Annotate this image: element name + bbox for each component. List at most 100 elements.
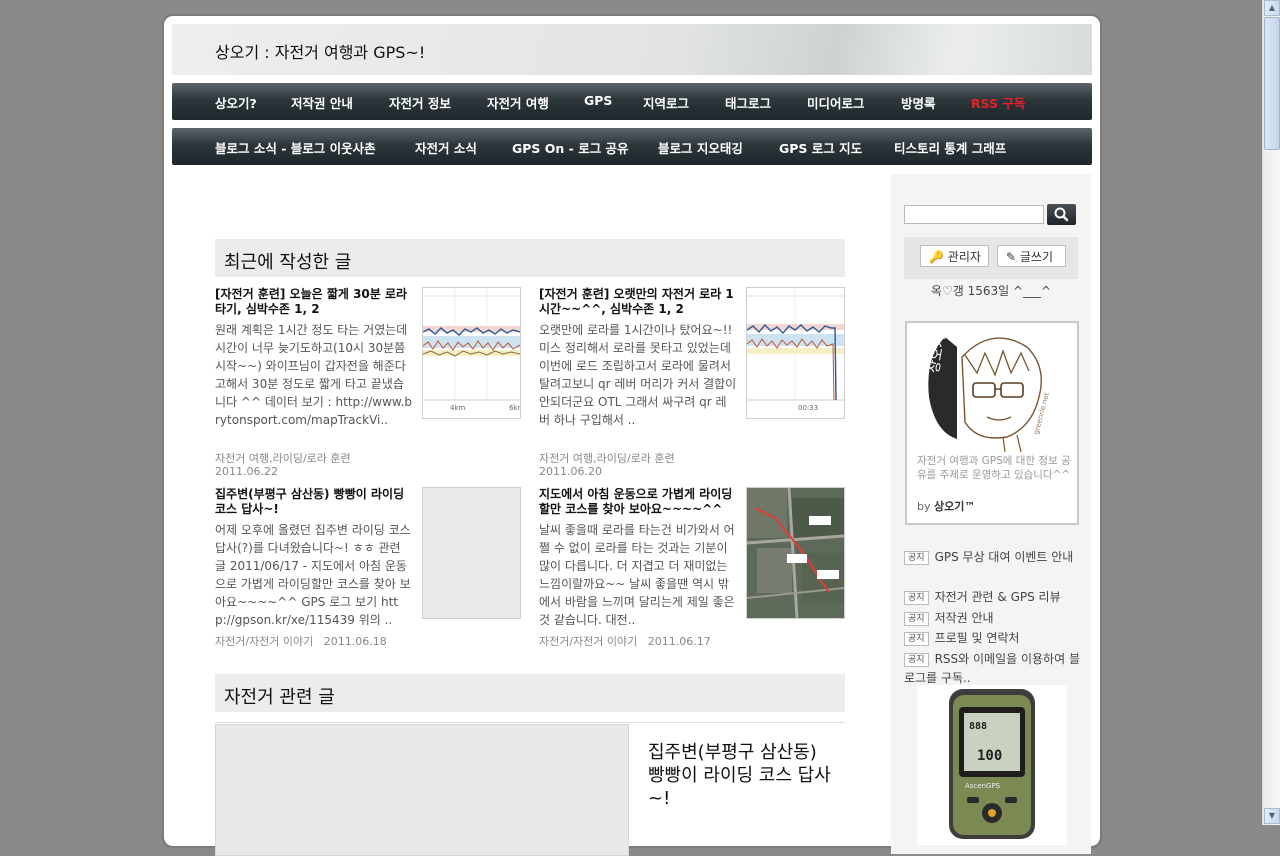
- blog-title[interactable]: 상오기 : 자전거 여행과 GPS~!: [215, 39, 425, 63]
- svg-text:888: 888: [969, 721, 987, 732]
- scrollbar-thumb[interactable]: [1264, 17, 1280, 150]
- profile-author: by 상오기™: [917, 498, 975, 514]
- nav-item-blog-news[interactable]: 블로그 소식 - 블로그 이웃사촌: [215, 138, 376, 157]
- profile-name[interactable]: 상오기™: [934, 500, 975, 513]
- profile-avatar[interactable]: 상오기 greenrie.net: [917, 327, 1057, 452]
- nav-item-guestbook[interactable]: 방명록: [901, 93, 936, 112]
- nav-item-bike-travel[interactable]: 자전거 여행: [487, 93, 549, 112]
- blog-page: 상오기 : 자전거 여행과 GPS~! 상오기? 저작권 안내 자전거 정보 자…: [163, 15, 1101, 856]
- related-post-title[interactable]: 집주변(부평구 삼산동) 빵빵이 라이딩 코스 답사~!: [648, 741, 838, 810]
- profile-box: 상오기 greenrie.net 자전거 여행과 GPS에 대한 정보 공유를 …: [905, 321, 1079, 525]
- heart-rate-graph: 4km 6kr: [423, 288, 520, 418]
- admin-actions: 🔑 관리자 ✎ 글쓰기: [904, 237, 1078, 279]
- post-category[interactable]: 자전거 여행,라이딩/로라 훈련: [215, 452, 413, 466]
- admin-button[interactable]: 🔑 관리자: [920, 245, 989, 267]
- gps-device-brand: AscenGPS: [965, 782, 1001, 790]
- notice-badge: 공지: [904, 551, 929, 565]
- nav-item-bike-info[interactable]: 자전거 정보: [389, 93, 451, 112]
- notice-item[interactable]: 공지 자전거 관련 & GPS 리뷰: [904, 588, 1080, 607]
- recent-post-item: 집주변(부평구 삼산동) 빵빵이 라이딩 코스 답사~! 어제 오후에 올렸던 …: [215, 487, 521, 657]
- notice-badge: 공지: [904, 632, 929, 646]
- scroll-down-arrow-icon[interactable]: ▼: [1264, 808, 1280, 824]
- post-title[interactable]: 지도에서 아침 운동으로 가볍게 라이딩할만 코스를 찾아 보아요~~~~^^: [539, 487, 737, 517]
- gps-device-banner[interactable]: 888 100 AscenGPS: [917, 685, 1067, 845]
- nav-item-copyright[interactable]: 저작권 안내: [291, 93, 353, 112]
- recent-post-item: [자전거 훈련] 오랫만의 자전거 로라 1시간~~^^, 심박수존 1, 2 …: [539, 287, 845, 478]
- satellite-map-image: [747, 488, 844, 618]
- gps-device-image: 888 100 AscenGPS: [917, 685, 1067, 845]
- notice-text[interactable]: GPS 무상 대여 이벤트 안내: [935, 550, 1074, 564]
- related-posts-heading-box: 자전거 관련 글: [215, 674, 845, 712]
- notice-item[interactable]: 공지 RSS와 이메일을 이용하여 블로그를 구독..: [904, 650, 1080, 688]
- post-excerpt: 날씨 좋을때 로라를 타는건 비가와서 어쩔 수 없이 로라를 타는 것과는 기…: [539, 523, 735, 627]
- chart-tick-label: 00:33: [798, 404, 818, 412]
- blog-header-banner: 상오기 : 자전거 여행과 GPS~!: [172, 24, 1092, 75]
- search-button[interactable]: [1047, 204, 1076, 225]
- post-excerpt: 어제 오후에 올렸던 집주변 라이딩 코스 답사(?)를 다녀왔습니다~! ㅎㅎ…: [215, 523, 411, 627]
- notice-badge: 공지: [904, 612, 929, 626]
- svg-text:100: 100: [977, 748, 1002, 764]
- primary-nav: 상오기? 저작권 안내 자전거 정보 자전거 여행 GPS 지역로그 태그로그 …: [172, 83, 1092, 120]
- notice-item[interactable]: 공지 프로필 및 연락처: [904, 629, 1080, 648]
- nav-item-sangogi[interactable]: 상오기?: [215, 93, 257, 112]
- recent-posts-heading: 최근에 작성한 글: [224, 252, 352, 273]
- post-meta: 자전거/자전거 이야기 2011.06.18: [215, 635, 413, 649]
- nav-item-geotagging[interactable]: 블로그 지오태깅: [658, 138, 743, 157]
- post-date: 2011.06.20: [539, 465, 602, 478]
- notice-text[interactable]: 자전거 관련 & GPS 리뷰: [935, 590, 1061, 604]
- post-date: 2011.06.22: [215, 465, 278, 478]
- post-meta: 자전거/자전거 이야기 2011.06.17: [539, 635, 737, 649]
- related-post-card: 집주변(부평구 삼산동) 빵빵이 라이딩 코스 답사~!: [215, 722, 845, 856]
- related-post-image[interactable]: [215, 724, 629, 856]
- notice-text[interactable]: 프로필 및 연락처: [935, 631, 1020, 645]
- recent-post-item: 지도에서 아침 운동으로 가볍게 라이딩할만 코스를 찾아 보아요~~~~^^ …: [539, 487, 845, 657]
- key-icon: 🔑: [929, 250, 944, 264]
- post-category[interactable]: 자전거/자전거 이야기: [539, 635, 637, 648]
- search-icon: [1054, 207, 1069, 222]
- notice-item[interactable]: 공지 GPS 무상 대여 이벤트 안내: [904, 548, 1080, 567]
- secondary-nav: 블로그 소식 - 블로그 이웃사촌 자전거 소식 GPS On - 로그 공유 …: [172, 128, 1092, 165]
- post-title[interactable]: [자전거 훈련] 오랫만의 자전거 로라 1시간~~^^, 심박수존 1, 2: [539, 287, 737, 317]
- heart-rate-graph: 00:33: [747, 288, 844, 418]
- nav-item-location-log[interactable]: 지역로그: [643, 93, 689, 112]
- nav-item-gps[interactable]: GPS: [584, 93, 612, 108]
- notice-text[interactable]: RSS와 이메일을 이용하여 블로그를 구독..: [904, 652, 1080, 685]
- notice-badge: 공지: [904, 653, 929, 667]
- nav-item-gps-map[interactable]: GPS 로그 지도: [779, 138, 862, 157]
- nav-item-tag-log[interactable]: 태그로그: [725, 93, 771, 112]
- notice-item[interactable]: 공지 저작권 안내: [904, 609, 1080, 628]
- sidebar: 🔑 관리자 ✎ 글쓰기 옥♡갱 1563일 ^___^ 상오기 greenrie…: [891, 174, 1091, 854]
- post-thumbnail-chart[interactable]: 00:33: [746, 287, 845, 419]
- nav-item-media-log[interactable]: 미디어로그: [807, 93, 865, 112]
- post-category[interactable]: 자전거 여행,라이딩/로라 훈련: [539, 452, 737, 466]
- profile-description: 자전거 여행과 GPS에 대한 정보 공유를 주제로 운영하고 있습니다^^: [917, 455, 1071, 481]
- profile-by-label: by: [917, 500, 931, 513]
- nav-item-tistory-stats[interactable]: 티스토리 통계 그래프: [894, 138, 1006, 157]
- post-title[interactable]: [자전거 훈련] 오늘은 짧게 30분 로라 타기, 심박수존 1, 2: [215, 287, 413, 317]
- nav-item-bike-news[interactable]: 자전거 소식: [415, 138, 477, 157]
- scroll-up-arrow-icon[interactable]: ▲: [1264, 0, 1280, 16]
- notice-text[interactable]: 저작권 안내: [935, 611, 994, 625]
- write-button-label: 글쓰기: [1019, 250, 1054, 264]
- post-date: 2011.06.17: [647, 635, 711, 648]
- nav-item-gps-on[interactable]: GPS On - 로그 공유: [512, 138, 629, 157]
- related-posts-heading: 자전거 관련 글: [224, 687, 335, 708]
- recent-posts-heading-box: 최근에 작성한 글: [215, 239, 845, 277]
- post-excerpt: 오랫만에 로라를 1시간이나 탔어요~!! 미스 정리해서 로라를 못타고 있었…: [539, 323, 737, 427]
- vertical-scrollbar[interactable]: ▲ ▼: [1262, 0, 1280, 825]
- write-button[interactable]: ✎ 글쓰기: [997, 245, 1066, 267]
- post-date: 2011.06.18: [323, 635, 387, 648]
- visit-counter: 옥♡갱 1563일 ^___^: [930, 284, 1052, 298]
- notice-badge: 공지: [904, 591, 929, 605]
- search-input[interactable]: [904, 205, 1044, 224]
- recent-post-item: [자전거 훈련] 오늘은 짧게 30분 로라 타기, 심박수존 1, 2 원래 …: [215, 287, 521, 478]
- post-thumbnail-map[interactable]: [746, 487, 845, 619]
- post-title[interactable]: 집주변(부평구 삼산동) 빵빵이 라이딩 코스 답사~!: [215, 487, 413, 517]
- post-category[interactable]: 자전거/자전거 이야기: [215, 635, 313, 648]
- post-thumbnail-chart[interactable]: 4km 6kr: [422, 287, 521, 419]
- pencil-icon: ✎: [1006, 250, 1017, 264]
- nav-item-rss[interactable]: RSS 구독: [971, 93, 1025, 112]
- admin-button-label: 관리자: [947, 250, 981, 264]
- post-thumbnail-placeholder[interactable]: [422, 487, 521, 619]
- chart-tick-label: 4km: [450, 404, 466, 412]
